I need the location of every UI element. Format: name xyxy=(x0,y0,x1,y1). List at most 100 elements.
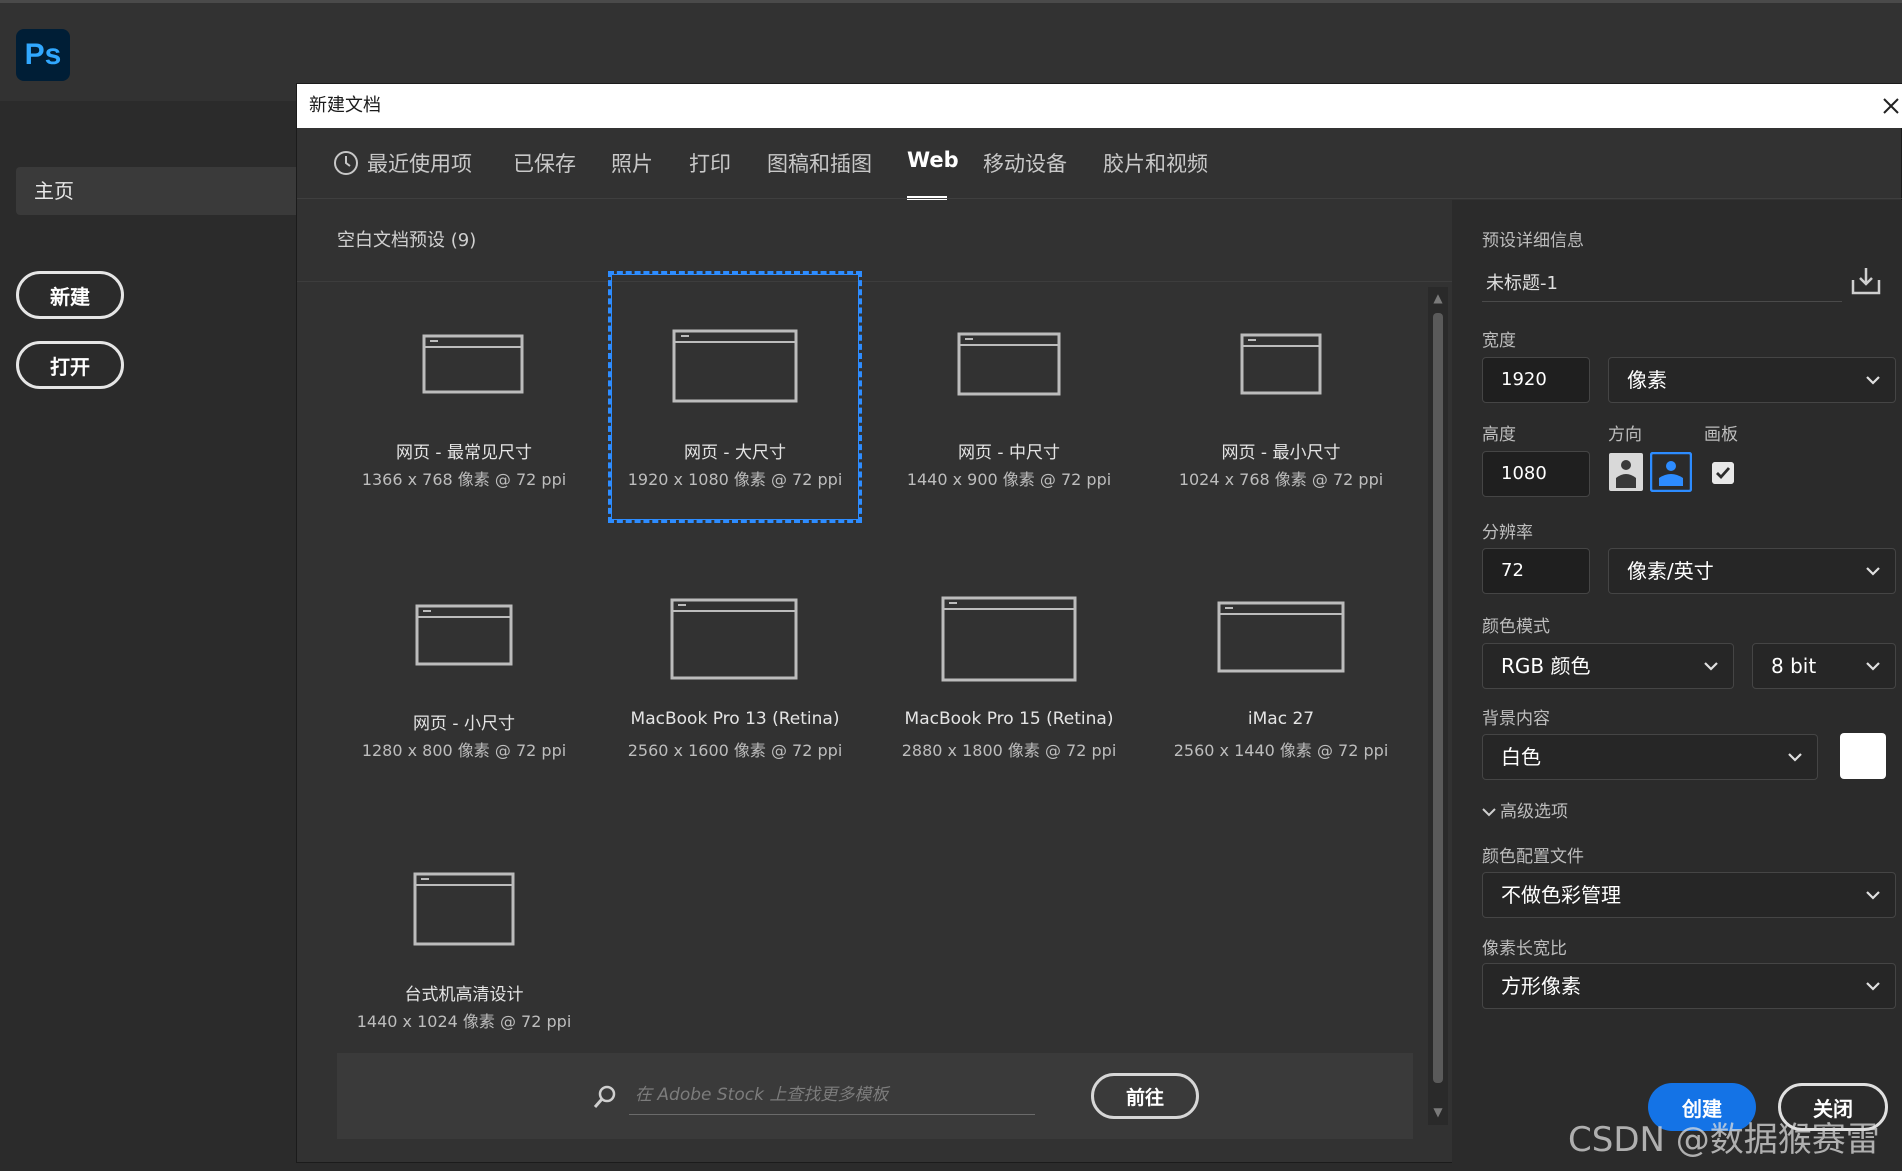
tab-saved[interactable]: 已保存 xyxy=(513,148,576,178)
preset-card[interactable]: MacBook Pro 15 (Retina) 2880 x 1800 像素 @… xyxy=(882,543,1136,795)
desktop-doc-icon xyxy=(413,872,515,946)
save-preset-icon[interactable] xyxy=(1850,266,1882,296)
tab-photo[interactable]: 照片 xyxy=(611,148,653,178)
pixel-aspect-select[interactable]: 方形像素 xyxy=(1482,963,1896,1009)
laptop-doc-icon xyxy=(941,596,1077,682)
web-doc-icon xyxy=(672,329,798,403)
chevron-down-icon xyxy=(1704,662,1718,671)
preset-name: MacBook Pro 15 (Retina) xyxy=(904,709,1114,729)
search-icon xyxy=(593,1085,616,1108)
background-label: 背景内容 xyxy=(1482,709,1550,729)
artboard-label: 画板 xyxy=(1704,425,1738,445)
preset-name: iMac 27 xyxy=(1247,709,1315,729)
background-value: 白色 xyxy=(1501,745,1541,769)
background-select[interactable]: 白色 xyxy=(1482,734,1818,780)
tab-print[interactable]: 打印 xyxy=(689,148,731,178)
preset-size: 1440 x 900 像素 @ 72 ppi xyxy=(906,470,1112,489)
photoshop-logo: Ps xyxy=(16,29,70,81)
orientation-label: 方向 xyxy=(1608,425,1642,445)
preset-card[interactable]: 网页 - 中尺寸 1440 x 900 像素 @ 72 ppi xyxy=(882,271,1136,523)
color-profile-select[interactable]: 不做色彩管理 xyxy=(1482,872,1896,918)
resolution-unit-value: 像素/英寸 xyxy=(1627,559,1714,583)
open-button[interactable]: 打开 xyxy=(16,341,124,389)
scroll-down-icon[interactable]: ▼ xyxy=(1431,1105,1445,1119)
preset-size: 1366 x 768 像素 @ 72 ppi xyxy=(361,470,567,489)
tab-film-video[interactable]: 胶片和视频 xyxy=(1103,148,1208,178)
pixel-aspect-value: 方形像素 xyxy=(1501,974,1581,998)
color-mode-label: 颜色模式 xyxy=(1482,617,1550,637)
resolution-input[interactable]: 72 xyxy=(1482,548,1590,594)
bit-depth-value: 8 bit xyxy=(1771,654,1817,678)
watermark: CSDN @数据猴赛雷 xyxy=(1568,1120,1880,1160)
landscape-orientation-icon[interactable] xyxy=(1650,452,1692,492)
preset-size: 1920 x 1080 像素 @ 72 ppi xyxy=(627,470,843,489)
artboard-checkbox[interactable] xyxy=(1712,462,1734,484)
advanced-options-label: 高级选项 xyxy=(1500,802,1568,822)
adobe-stock-search-bar: 前往 xyxy=(337,1053,1413,1139)
document-name-field[interactable]: 未标题-1 xyxy=(1482,266,1842,302)
chevron-down-icon xyxy=(1866,376,1880,385)
resolution-unit-select[interactable]: 像素/英寸 xyxy=(1608,548,1896,594)
preset-card-selected[interactable]: 网页 - 大尺寸 1920 x 1080 像素 @ 72 ppi xyxy=(608,271,862,523)
chevron-down-icon xyxy=(1866,982,1880,991)
home-sidebar: 主页 新建 打开 xyxy=(0,101,306,1171)
chevron-down-icon xyxy=(1482,808,1496,817)
color-profile-label: 颜色配置文件 xyxy=(1482,847,1584,867)
width-unit-value: 像素 xyxy=(1627,368,1667,392)
preset-size: 2880 x 1800 像素 @ 72 ppi xyxy=(901,741,1117,760)
new-button[interactable]: 新建 xyxy=(16,271,124,319)
height-label: 高度 xyxy=(1482,425,1516,445)
section-title: 空白文档预设 (9) xyxy=(337,230,477,251)
scroll-up-icon[interactable]: ▲ xyxy=(1431,291,1445,305)
preset-size: 1280 x 800 像素 @ 72 ppi xyxy=(361,741,567,760)
color-mode-select[interactable]: RGB 颜色 xyxy=(1482,643,1734,689)
sidebar-item-home[interactable]: 主页 xyxy=(16,167,306,215)
preset-size: 1024 x 768 像素 @ 72 ppi xyxy=(1178,470,1384,489)
laptop-doc-icon xyxy=(670,598,798,680)
color-profile-value: 不做色彩管理 xyxy=(1501,883,1621,907)
scroll-thumb[interactable] xyxy=(1433,313,1443,1083)
resolution-label: 分辨率 xyxy=(1482,523,1533,543)
web-doc-icon xyxy=(422,334,524,394)
preset-size: 1440 x 1024 像素 @ 72 ppi xyxy=(356,1012,572,1031)
chevron-down-icon xyxy=(1866,662,1880,671)
preset-card[interactable]: 网页 - 最小尺寸 1024 x 768 像素 @ 72 ppi xyxy=(1154,271,1408,523)
bit-depth-select[interactable]: 8 bit xyxy=(1752,643,1896,689)
preset-name: 网页 - 最常见尺寸 xyxy=(396,443,532,463)
preset-card[interactable]: 网页 - 最常见尺寸 1366 x 768 像素 @ 72 ppi xyxy=(337,271,591,523)
width-label: 宽度 xyxy=(1482,331,1516,351)
advanced-options-toggle[interactable]: 高级选项 xyxy=(1482,797,1568,822)
chevron-down-icon xyxy=(1866,567,1880,576)
tab-recent[interactable]: 最近使用项 xyxy=(367,148,472,178)
web-doc-icon xyxy=(415,604,513,666)
preset-name: 网页 - 小尺寸 xyxy=(413,714,515,734)
height-input[interactable]: 1080 xyxy=(1482,451,1590,497)
clock-icon xyxy=(334,151,358,175)
desktop-doc-icon xyxy=(1217,601,1345,673)
presets-scrollbar[interactable]: ▲ ▼ xyxy=(1428,287,1448,1125)
preset-size: 2560 x 1440 像素 @ 72 ppi xyxy=(1173,741,1389,760)
go-button[interactable]: 前往 xyxy=(1091,1073,1199,1119)
width-input[interactable]: 1920 xyxy=(1482,357,1590,403)
preset-name: 台式机高清设计 xyxy=(404,985,524,1005)
chevron-down-icon xyxy=(1788,753,1802,762)
preset-name: 网页 - 最小尺寸 xyxy=(1221,443,1341,463)
tab-art-illustration[interactable]: 图稿和插图 xyxy=(767,148,872,178)
preset-card[interactable]: 网页 - 小尺寸 1280 x 800 像素 @ 72 ppi xyxy=(337,543,591,795)
preset-name: 网页 - 大尺寸 xyxy=(684,443,786,463)
preset-card[interactable]: MacBook Pro 13 (Retina) 2560 x 1600 像素 @… xyxy=(608,543,862,795)
width-unit-select[interactable]: 像素 xyxy=(1608,357,1896,403)
preset-card[interactable]: iMac 27 2560 x 1440 像素 @ 72 ppi xyxy=(1154,543,1408,795)
preset-card[interactable]: 台式机高清设计 1440 x 1024 像素 @ 72 ppi xyxy=(337,814,591,1066)
preset-details-panel: 预设详细信息 未标题-1 宽度 1920 像素 高度 方向 画板 1080 分辨… xyxy=(1452,200,1902,1163)
chevron-down-icon xyxy=(1866,891,1880,900)
tab-mobile[interactable]: 移动设备 xyxy=(983,148,1067,178)
portrait-orientation-icon[interactable] xyxy=(1608,452,1644,492)
background-color-swatch[interactable] xyxy=(1840,733,1886,779)
preset-size: 2560 x 1600 像素 @ 72 ppi xyxy=(627,741,843,760)
stock-search-input[interactable] xyxy=(629,1075,1035,1115)
web-doc-icon xyxy=(1240,333,1322,395)
color-mode-value: RGB 颜色 xyxy=(1501,654,1591,678)
tabs-divider xyxy=(297,198,1902,199)
tab-web[interactable]: Web xyxy=(907,148,959,172)
